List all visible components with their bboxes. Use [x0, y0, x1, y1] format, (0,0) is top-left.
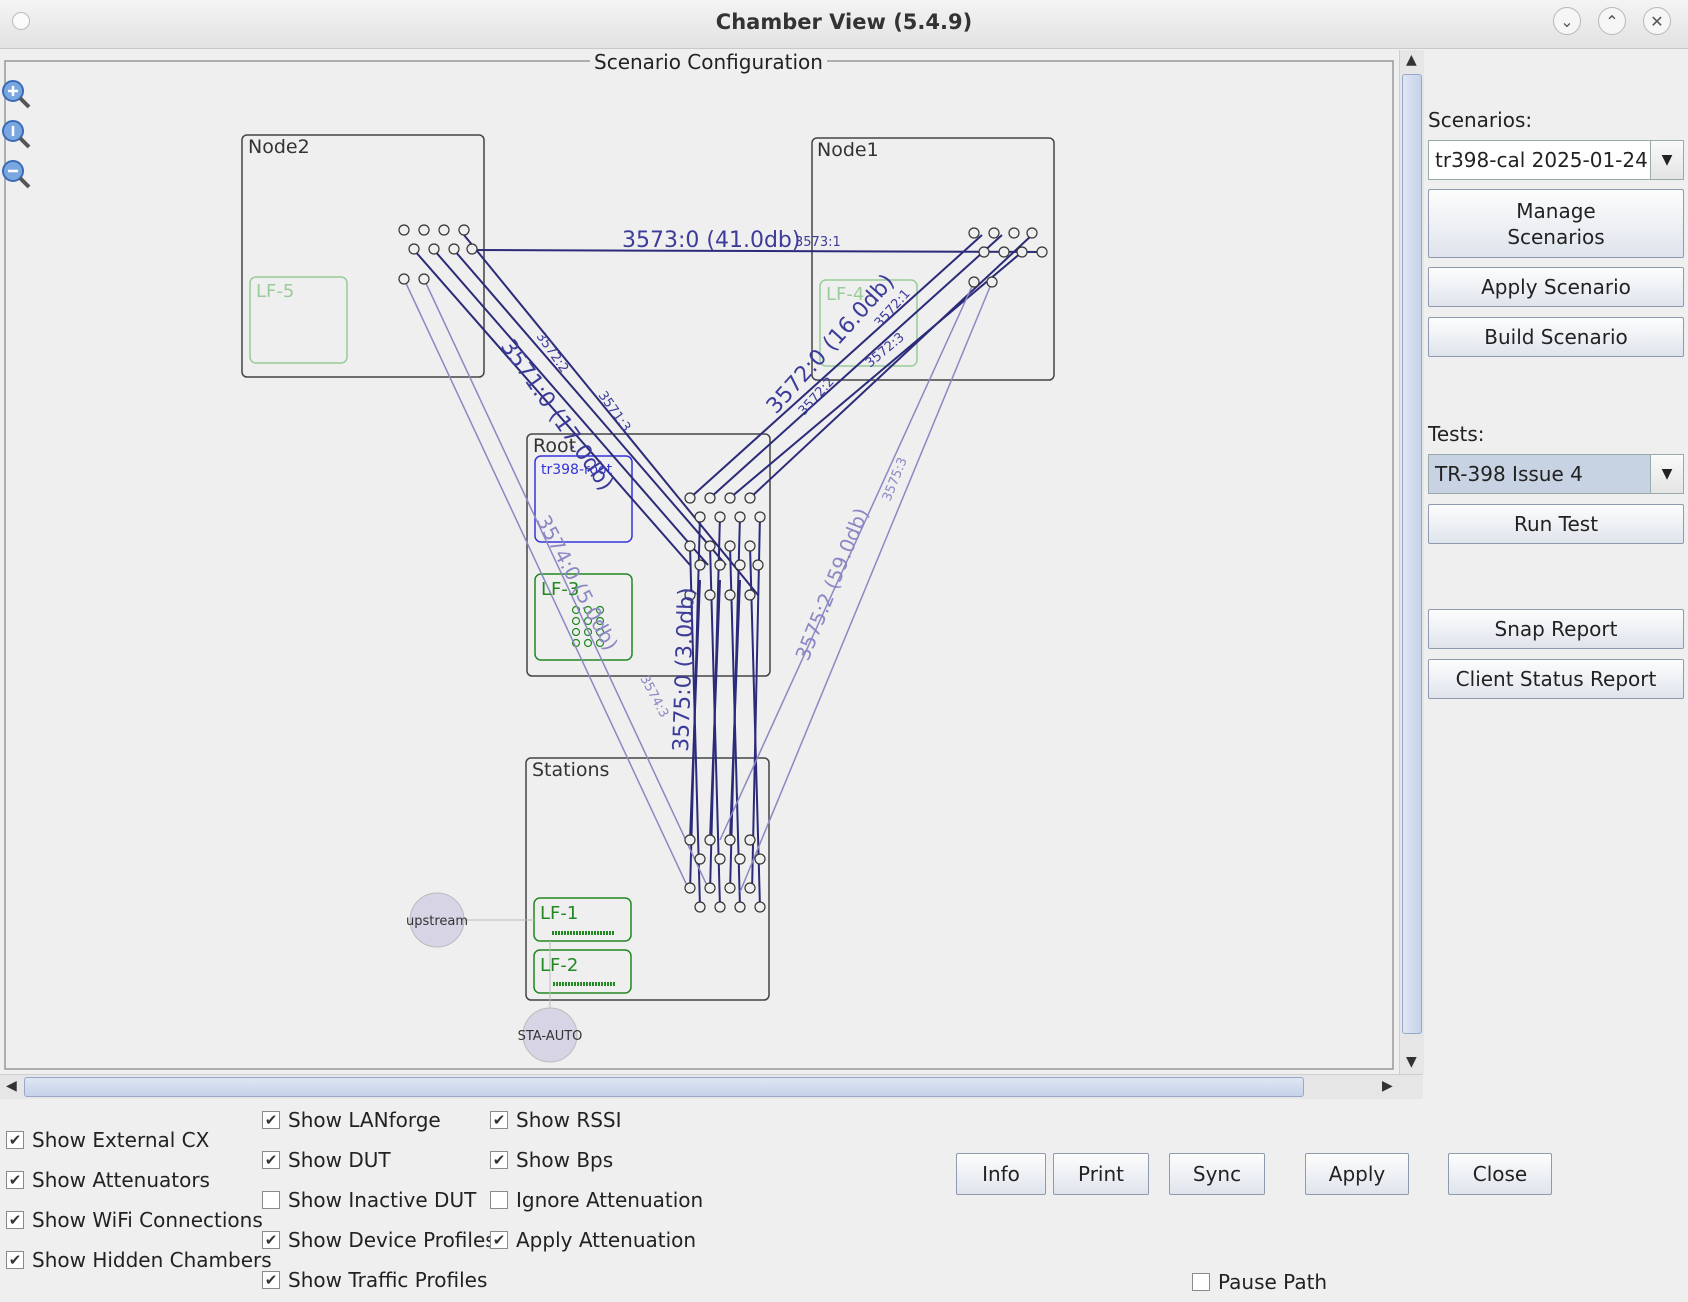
- checkbox-box-apply-attenuation[interactable]: ✔: [490, 1231, 508, 1249]
- test-select[interactable]: TR-398 Issue 4 ▼: [1428, 454, 1684, 494]
- apply-button[interactable]: Apply: [1305, 1153, 1409, 1195]
- device-label-lf2: LF-2: [540, 955, 578, 976]
- close-window-icon[interactable]: ✕: [1643, 7, 1671, 35]
- sync-button[interactable]: Sync: [1169, 1153, 1265, 1195]
- close-button[interactable]: Close: [1448, 1153, 1552, 1195]
- attenuator-label-3575-2: 3575:2 (59.0db): [790, 504, 873, 663]
- checkbox-box-show-wifi-connections[interactable]: ✔: [6, 1211, 24, 1229]
- chevron-down-icon[interactable]: ▼: [1650, 141, 1683, 179]
- chamber-node1[interactable]: [811, 137, 1055, 381]
- checkbox-label-show-dut: Show DUT: [288, 1148, 391, 1172]
- checkbox-box-show-dut[interactable]: ✔: [262, 1151, 280, 1169]
- horizontal-scroll-thumb[interactable]: [24, 1077, 1304, 1097]
- checkbox-label-apply-attenuation: Apply Attenuation: [516, 1228, 697, 1252]
- checkbox-show-inactive-dut[interactable]: Show Inactive DUT: [262, 1188, 476, 1212]
- zoom-reset-icon[interactable]: [0, 118, 32, 150]
- manage-scenarios-button[interactable]: Manage Scenarios: [1428, 189, 1684, 258]
- scroll-right-icon[interactable]: ▶: [1382, 1078, 1393, 1094]
- scroll-down-icon[interactable]: ▼: [1406, 1054, 1417, 1070]
- scenario-canvas[interactable]: Node2 Node1 Root Stations LF-5 LF-4 tr39…: [0, 50, 1400, 1074]
- chamber-label-node2: Node2: [248, 136, 310, 158]
- checkbox-box-pause-path[interactable]: [1192, 1273, 1210, 1291]
- checkbox-box-show-lanforge[interactable]: ✔: [262, 1111, 280, 1129]
- checkbox-box-show-external-cx[interactable]: ✔: [6, 1131, 24, 1149]
- checkbox-box-show-bps[interactable]: ✔: [490, 1151, 508, 1169]
- checkbox-label-show-rssi: Show RSSI: [516, 1108, 622, 1132]
- vertical-scrollbar[interactable]: ▲ ▼: [1399, 50, 1424, 1074]
- scenario-diagram: Node2 Node1 Root Stations LF-5 LF-4 tr39…: [4, 60, 1394, 1070]
- attenuator-label-3573-0: 3573:0 (41.0db): [622, 228, 800, 253]
- checkbox-box-show-device-profiles[interactable]: ✔: [262, 1231, 280, 1249]
- test-select-value: TR-398 Issue 4: [1435, 462, 1583, 486]
- scroll-up-icon[interactable]: ▲: [1406, 52, 1417, 68]
- build-scenario-button[interactable]: Build Scenario: [1428, 317, 1684, 357]
- zoom-out-icon[interactable]: [0, 158, 32, 190]
- checkbox-show-hidden-chambers[interactable]: ✔ Show Hidden Chambers: [6, 1248, 272, 1272]
- device-label-lf1: LF-1: [540, 903, 578, 924]
- vertical-scroll-thumb[interactable]: [1402, 74, 1422, 1034]
- apply-scenario-button[interactable]: Apply Scenario: [1428, 267, 1684, 307]
- attenuator-label-3574-3: 3574:3: [636, 673, 671, 720]
- checkbox-label-pause-path: Pause Path: [1218, 1270, 1328, 1294]
- external-label-upstream: upstream: [406, 914, 468, 929]
- scenario-select-value: tr398-cal 2025-01-24: [1435, 148, 1648, 172]
- manage-scenarios-line2: Scenarios: [1507, 224, 1605, 249]
- checkbox-label-show-attenuators: Show Attenuators: [32, 1168, 210, 1192]
- checkbox-label-show-lanforge: Show LANforge: [288, 1108, 441, 1132]
- scenario-select[interactable]: tr398-cal 2025-01-24 ▼: [1428, 140, 1684, 180]
- print-button[interactable]: Print: [1053, 1153, 1149, 1195]
- maximize-icon[interactable]: ⌃: [1598, 7, 1626, 35]
- chamber-label-stations: Stations: [532, 759, 609, 781]
- chevron-down-icon[interactable]: ▼: [1650, 455, 1683, 493]
- checkbox-label-ignore-attenuation: Ignore Attenuation: [516, 1188, 704, 1212]
- checkbox-show-lanforge[interactable]: ✔ Show LANforge: [262, 1108, 441, 1132]
- window-title: Chamber View (5.4.9): [715, 10, 973, 34]
- checkbox-show-device-profiles[interactable]: ✔ Show Device Profiles: [262, 1228, 496, 1252]
- checkbox-box-show-rssi[interactable]: ✔: [490, 1111, 508, 1129]
- minimize-icon[interactable]: ⌄: [1553, 7, 1581, 35]
- checkbox-box-show-inactive-dut[interactable]: [262, 1191, 280, 1209]
- scroll-left-icon[interactable]: ◀: [6, 1078, 17, 1094]
- device-label-lf5: LF-5: [256, 281, 294, 302]
- tests-label: Tests:: [1428, 422, 1485, 446]
- title-bar: Chamber View (5.4.9) ⌄ ⌃ ✕: [0, 0, 1688, 49]
- checkbox-apply-attenuation[interactable]: ✔ Apply Attenuation: [490, 1228, 696, 1252]
- checkbox-label-show-bps: Show Bps: [516, 1148, 614, 1172]
- checkbox-pause-path[interactable]: Pause Path: [1192, 1270, 1327, 1294]
- checkbox-show-traffic-profiles[interactable]: ✔ Show Traffic Profiles: [262, 1268, 487, 1292]
- checkbox-show-rssi[interactable]: ✔ Show RSSI: [490, 1108, 622, 1132]
- info-button[interactable]: Info: [956, 1153, 1046, 1195]
- manage-scenarios-line1: Manage: [1516, 198, 1596, 223]
- checkbox-label-show-hidden-chambers: Show Hidden Chambers: [32, 1248, 272, 1272]
- checkbox-box-show-attenuators[interactable]: ✔: [6, 1171, 24, 1189]
- scenarios-label: Scenarios:: [1428, 108, 1533, 132]
- run-test-button[interactable]: Run Test: [1428, 504, 1684, 544]
- horizontal-scrollbar[interactable]: ◀ ▶: [0, 1074, 1423, 1099]
- checkbox-ignore-attenuation[interactable]: Ignore Attenuation: [490, 1188, 703, 1212]
- client-status-report-button[interactable]: Client Status Report: [1428, 659, 1684, 699]
- checkbox-label-show-wifi-connections: Show WiFi Connections: [32, 1208, 263, 1232]
- checkbox-box-ignore-attenuation[interactable]: [490, 1191, 508, 1209]
- checkbox-label-show-inactive-dut: Show Inactive DUT: [288, 1188, 477, 1212]
- external-label-sta-auto: STA-AUTO: [518, 1029, 583, 1044]
- checkbox-label-show-traffic-profiles: Show Traffic Profiles: [288, 1268, 488, 1292]
- checkbox-box-show-hidden-chambers[interactable]: ✔: [6, 1251, 24, 1269]
- checkbox-show-bps[interactable]: ✔ Show Bps: [490, 1148, 613, 1172]
- chamber-node2[interactable]: [241, 134, 485, 378]
- checkbox-show-wifi-connections[interactable]: ✔ Show WiFi Connections: [6, 1208, 263, 1232]
- checkbox-show-external-cx[interactable]: ✔ Show External CX: [6, 1128, 209, 1152]
- chamber-label-node1: Node1: [817, 139, 879, 161]
- attenuator-label-3571-3: 3571:3: [595, 389, 634, 435]
- attenuator-label-3573-1: 3573:1: [795, 235, 841, 250]
- zoom-in-icon[interactable]: [0, 78, 32, 110]
- checkbox-label-show-device-profiles: Show Device Profiles: [288, 1228, 496, 1252]
- snap-report-button[interactable]: Snap Report: [1428, 609, 1684, 649]
- checkbox-label-show-external-cx: Show External CX: [32, 1128, 210, 1152]
- checkbox-show-dut[interactable]: ✔ Show DUT: [262, 1148, 391, 1172]
- checkbox-show-attenuators[interactable]: ✔ Show Attenuators: [6, 1168, 210, 1192]
- scenario-frame-title: Scenario Configuration: [590, 50, 827, 74]
- checkbox-box-show-traffic-profiles[interactable]: ✔: [262, 1271, 280, 1289]
